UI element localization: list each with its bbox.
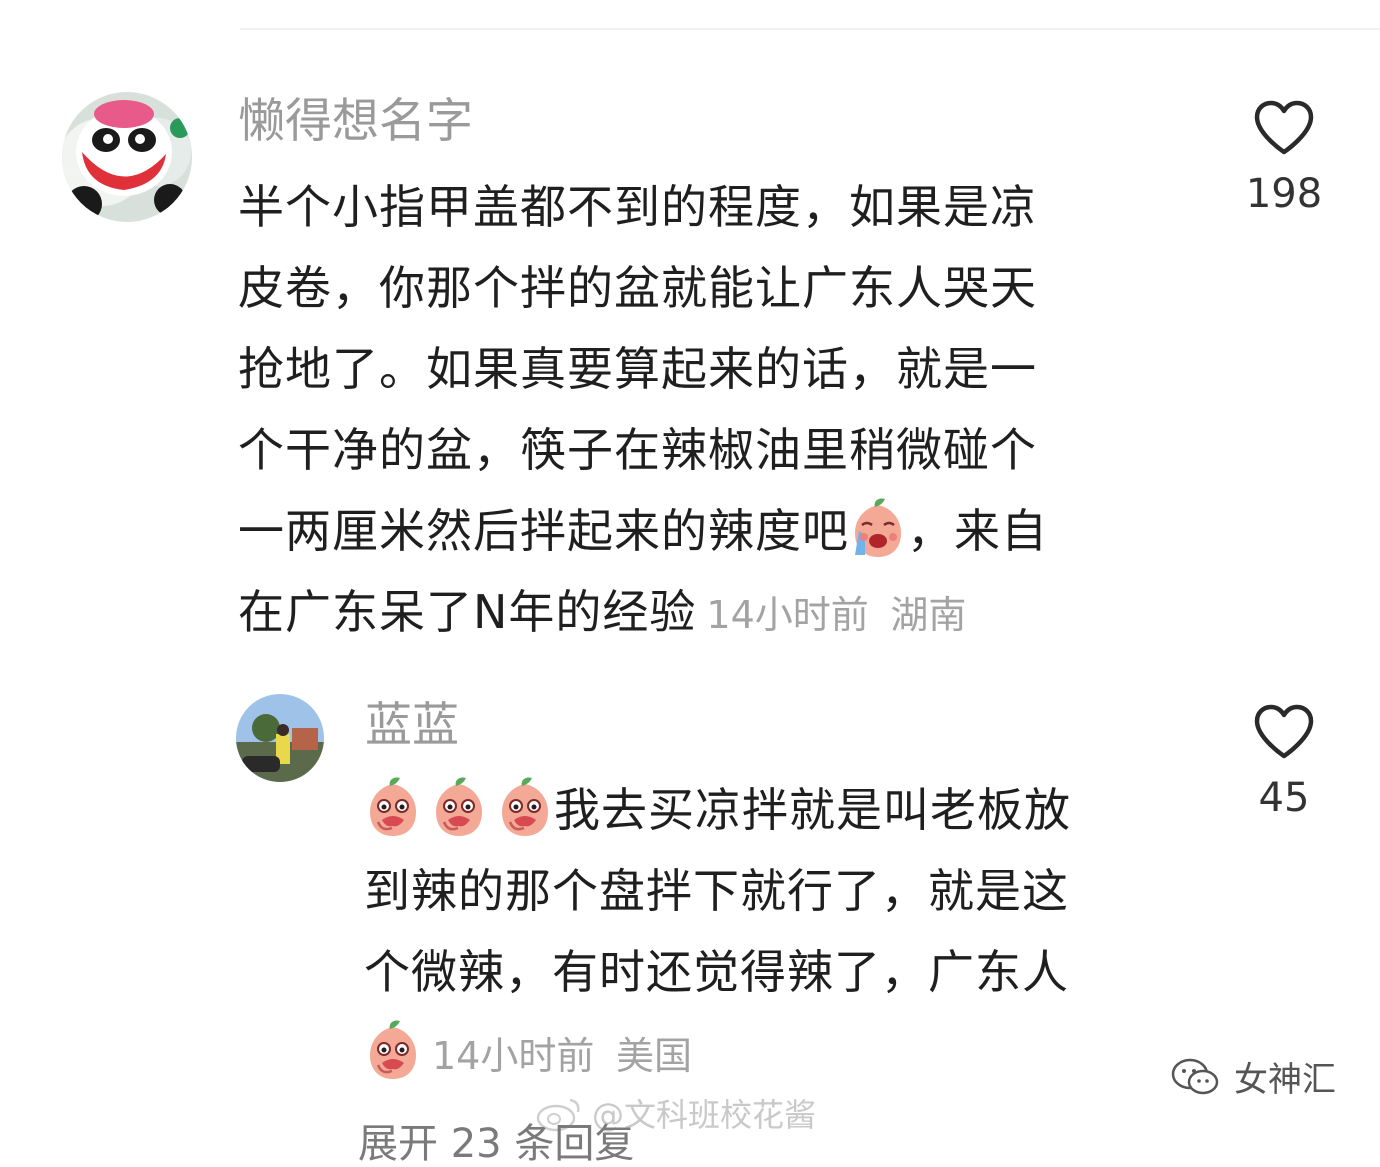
comment-line: 我去买凉拌就是叫老板放 <box>364 770 1184 851</box>
comment-line: 抢地了。如果真要算起来的话，就是一 <box>238 342 1037 396</box>
comment-content: 我去买凉拌就是叫老板放 到辣的那个盘拌下就行了，就是这 个微辣，有时还觉得辣了，… <box>364 770 1184 1097</box>
comment-text-segment: ，来自 <box>907 504 1048 558</box>
brand-watermark: 女神汇 <box>1170 1052 1336 1101</box>
panda-avatar-icon[interactable] <box>62 92 192 222</box>
top-divider <box>240 28 1380 30</box>
heart-icon <box>1254 100 1314 155</box>
comment-line: 一两厘米然后拌起来的辣度吧 ，来自 <box>238 491 1158 572</box>
like-button[interactable]: 198 <box>1224 100 1344 214</box>
comment-username[interactable]: 懒得想名字 <box>238 98 473 145</box>
outdoor-photo-avatar-icon[interactable] <box>236 694 324 782</box>
crying-peach-emoji-icon <box>849 497 907 559</box>
comment-line: 个微辣，有时还觉得辣了，广东人 <box>364 945 1069 999</box>
like-button[interactable]: 45 <box>1224 704 1344 818</box>
comment-line: 在广东呆了N年的经验 14小时前 湖南 <box>238 572 1158 656</box>
comment-line: 14小时前 美国 <box>364 1013 1184 1097</box>
comment-line: 皮卷，你那个拌的盆就能让广东人哭天 <box>238 261 1037 315</box>
comment-line: 个干净的盆，筷子在辣椒油里稍微碰个 <box>238 423 1037 477</box>
laughing-peach-emoji-icon <box>430 776 488 838</box>
comment-location: 美国 <box>615 1034 692 1078</box>
comment-text-segment: 在广东呆了N年的经验 <box>238 585 697 639</box>
comment-time: 14小时前 <box>432 1034 595 1078</box>
expand-replies-link[interactable]: 展开 23 条回复 <box>358 1124 634 1164</box>
comment-text-segment: 我去买凉拌就是叫老板放 <box>554 783 1071 837</box>
like-count: 45 <box>1258 775 1310 821</box>
comment-line: 半个小指甲盖都不到的程度，如果是凉 <box>238 180 1037 234</box>
brand-watermark-text: 女神汇 <box>1234 1060 1336 1100</box>
laughing-peach-emoji-icon <box>364 776 422 838</box>
like-count: 198 <box>1245 171 1323 217</box>
wechat-icon <box>1171 1058 1219 1094</box>
laughing-peach-emoji-icon <box>496 776 554 838</box>
comment-text-segment: 一两厘米然后拌起来的辣度吧 <box>238 504 849 558</box>
comment-line: 到辣的那个盘拌下就行了，就是这 <box>364 864 1069 918</box>
comment-username[interactable]: 蓝蓝 <box>365 702 459 749</box>
heart-icon <box>1254 704 1314 759</box>
comment-time: 14小时前 <box>706 593 869 637</box>
comment-location: 湖南 <box>890 593 967 637</box>
laughing-peach-emoji-icon <box>364 1019 422 1081</box>
comment-content: 半个小指甲盖都不到的程度，如果是凉 皮卷，你那个拌的盆就能让广东人哭天 抢地了。… <box>238 167 1158 656</box>
